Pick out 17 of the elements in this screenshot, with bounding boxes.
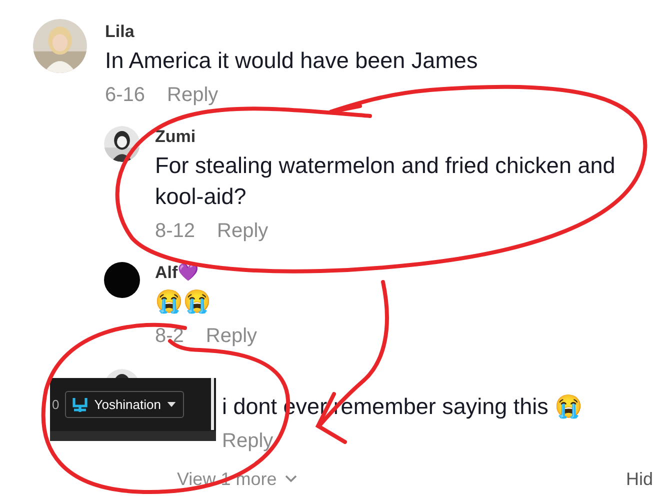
caret-icon (166, 402, 176, 407)
comment-date: 8-2 (155, 324, 184, 349)
comment-text: 😭😭 (155, 288, 212, 316)
comment-author[interactable]: Lila (105, 19, 590, 45)
comment-date: 8-12 (155, 219, 196, 244)
comment-date: 6-16 (105, 83, 146, 108)
avatar[interactable] (104, 262, 140, 298)
comment-author[interactable]: Zumi (155, 124, 640, 150)
logo-icon (72, 398, 88, 412)
comment-text: For stealing watermelon and fried chicken and kool-aid? (155, 152, 616, 211)
account-button[interactable]: Yoshination (65, 391, 184, 418)
chevron-down-icon (284, 475, 297, 483)
comment-author[interactable]: Alf💜 (155, 260, 640, 286)
hide-link[interactable]: Hid (626, 466, 653, 492)
count-label: 0 (52, 397, 60, 412)
scrollbar[interactable] (211, 378, 214, 430)
comment-text: In America it would have been James (105, 47, 479, 75)
